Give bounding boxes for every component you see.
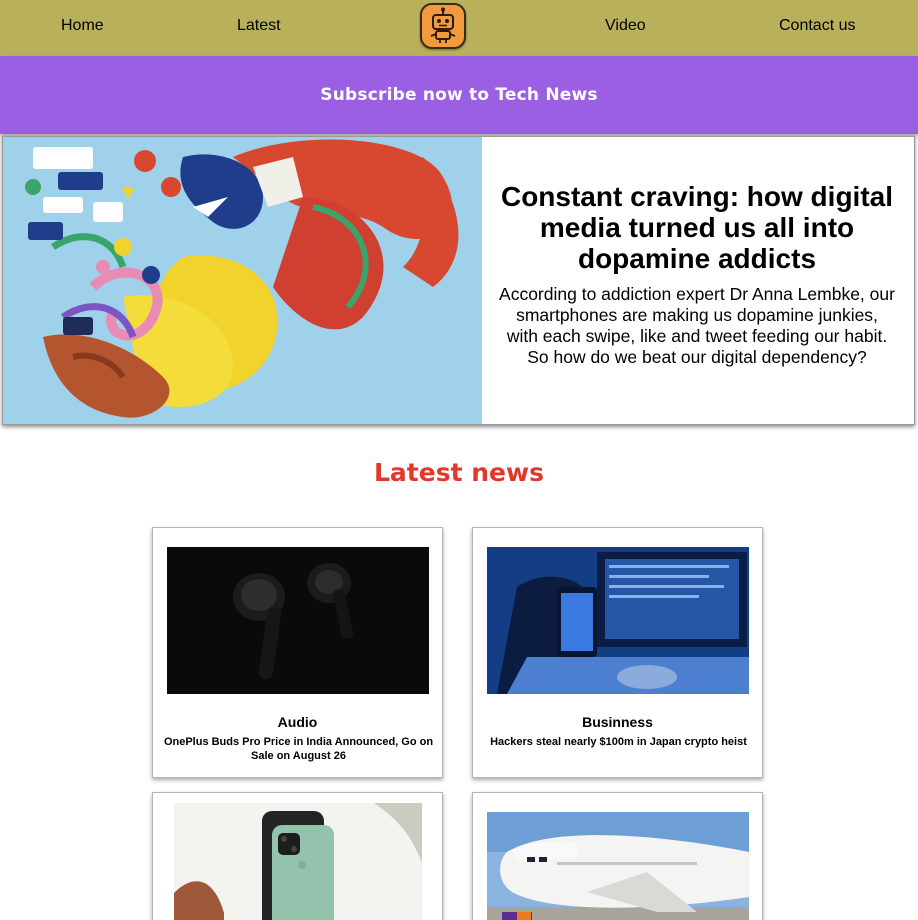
robot-icon[interactable]	[420, 3, 466, 49]
airplane-image	[487, 812, 749, 920]
news-card[interactable]: Businness Hackers steal nearly $100m in …	[472, 527, 763, 778]
hero-text: Constant craving: how digital media turn…	[499, 181, 895, 368]
hero-summary: According to addiction expert Dr Anna Le…	[499, 284, 895, 367]
phone-image	[174, 803, 422, 920]
news-card[interactable]: Audio OnePlus Buds Pro Price in India An…	[152, 527, 443, 778]
subscribe-banner[interactable]: Subscribe now to Tech News	[0, 56, 918, 134]
news-card[interactable]	[152, 792, 443, 920]
hacker-image	[487, 547, 749, 694]
subscribe-text[interactable]: Subscribe now to Tech News	[0, 85, 918, 105]
nav-home-link[interactable]: Home	[61, 16, 104, 36]
card-headline[interactable]: Hackers steal nearly $100m in Japan cryp…	[483, 735, 754, 749]
card-headline[interactable]: OnePlus Buds Pro Price in India Announce…	[163, 735, 434, 763]
earbuds-image	[167, 547, 429, 694]
nav-latest-link[interactable]: Latest	[237, 16, 281, 36]
card-category: Audio	[277, 714, 318, 730]
nav-contact-link[interactable]: Contact us	[779, 16, 855, 36]
card-category: Businness	[582, 714, 653, 730]
latest-news-heading: Latest news	[374, 458, 544, 487]
hero-title[interactable]: Constant craving: how digital media turn…	[499, 181, 895, 274]
hero-image	[3, 137, 482, 424]
news-card[interactable]	[472, 792, 763, 920]
hero-article[interactable]: Constant craving: how digital media turn…	[2, 136, 915, 425]
nav-video-link[interactable]: Video	[605, 16, 646, 36]
top-nav: Home Latest Video Contact us	[0, 0, 918, 56]
